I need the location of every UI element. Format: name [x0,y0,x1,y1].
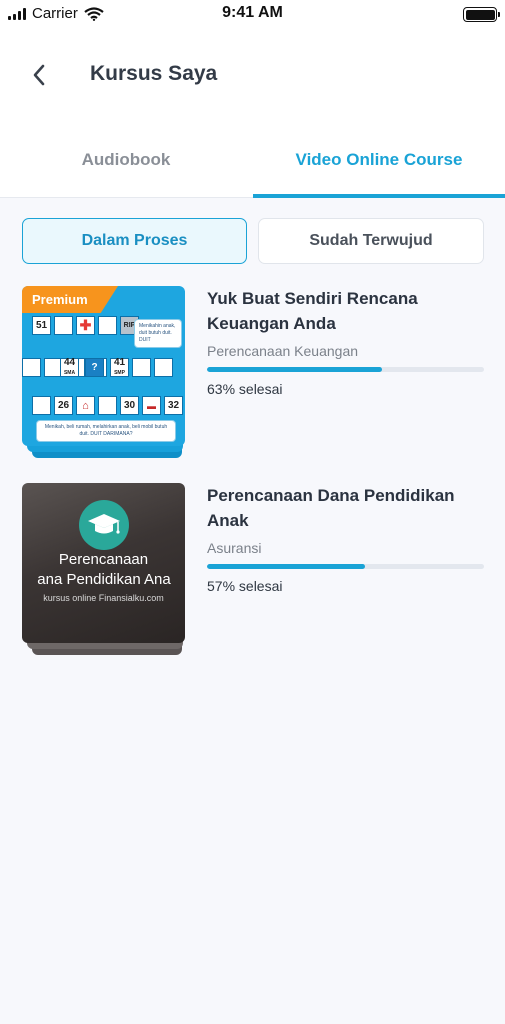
filter-sudah-terwujud-button[interactable]: Sudah Terwujud [258,218,484,264]
status-bar: Carrier 9:41 AM [0,0,505,28]
status-time: 9:41 AM [222,4,283,21]
car-icon: ▬ [142,396,161,415]
active-tab-indicator [253,194,505,198]
tab-audiobook[interactable]: Audiobook [0,126,252,194]
premium-badge: Premium [22,286,118,313]
course-card[interactable]: Perencanaan ana Pendidikan Ana kursus on… [22,483,485,658]
board-game-thumbnail: 51 ✚ RIP Menikahin anak, duit butuh duit… [22,286,185,446]
medical-cross-icon: ✚ [76,316,95,335]
progress-fill [207,367,382,372]
tab-bar: Audiobook Video Online Course [0,126,505,198]
progress-track [207,367,484,372]
progress-track [207,564,484,569]
progress-text: 57% selesai [207,578,283,594]
course-category: Asuransi [207,540,262,556]
house-icon: ⌂ [76,396,95,415]
battery-icon [463,7,500,22]
education-thumbnail: Perencanaan ana Pendidikan Ana kursus on… [22,483,185,643]
chevron-left-icon [33,64,45,86]
filter-dalam-proses-button[interactable]: Dalam Proses [22,218,247,264]
tab-video-online-course[interactable]: Video Online Course [253,126,505,194]
course-thumbnail: 51 ✚ RIP Menikahin anak, duit butuh duit… [22,286,185,461]
page-title: Kursus Saya [90,62,218,85]
progress-text: 63% selesai [207,381,283,397]
course-title: Yuk Buat Sendiri Rencana Keuangan Anda [207,289,418,333]
course-card[interactable]: 51 ✚ RIP Menikahin anak, duit butuh duit… [22,286,485,461]
course-thumbnail: Perencanaan ana Pendidikan Ana kursus on… [22,483,185,658]
question-icon: ? [85,358,104,377]
back-button[interactable] [22,58,56,92]
course-category: Perencanaan Keuangan [207,343,359,359]
course-title: Perencanaan Dana Pendidikan Anak [207,486,455,530]
progress-fill [207,564,365,569]
app-header: Kursus Saya Audiobook Video Online Cours… [0,28,505,198]
graduation-cap-icon [79,500,129,550]
